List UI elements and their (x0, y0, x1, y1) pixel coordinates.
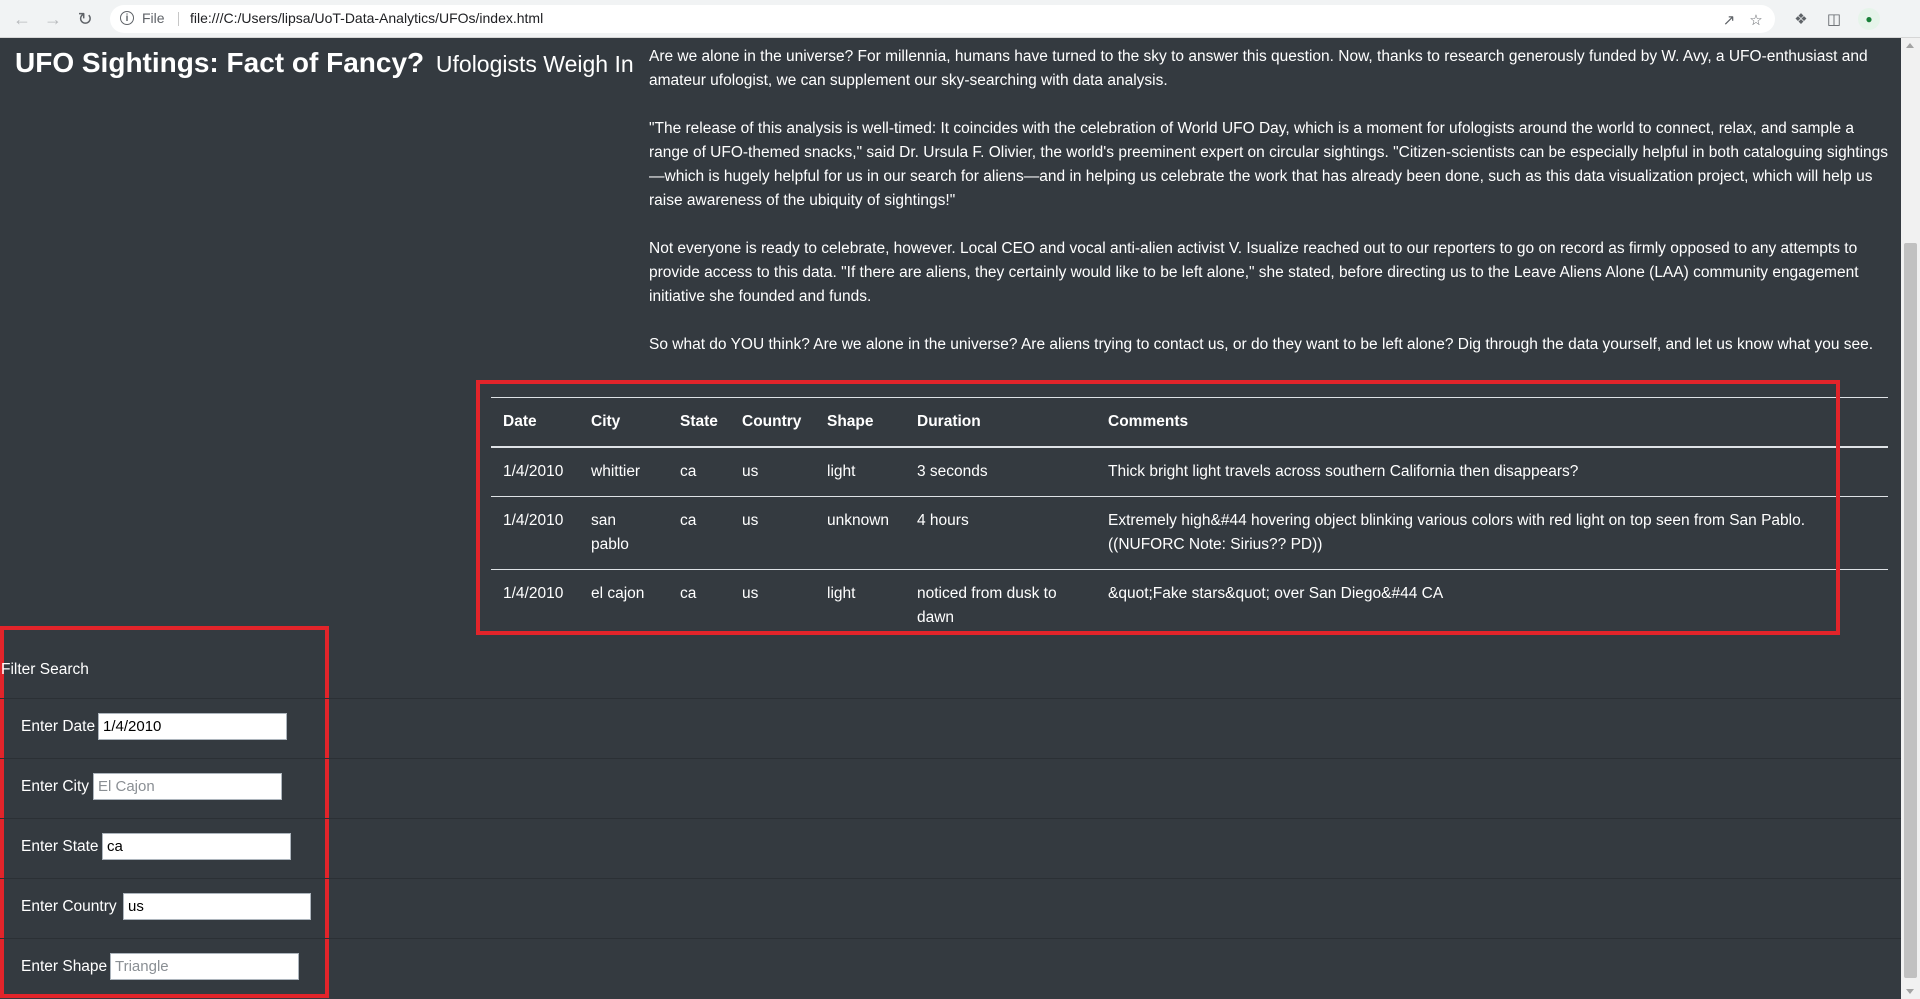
share-icon[interactable]: ↗ (1720, 11, 1738, 29)
scroll-down-icon[interactable] (1906, 989, 1914, 994)
scroll-thumb[interactable] (1904, 243, 1917, 978)
header-state: State (668, 397, 730, 448)
arrow-right-icon: → (44, 8, 62, 29)
filter-row-city: Enter City (0, 758, 1901, 819)
cell-duration: noticed from dusk to dawn (917, 585, 1057, 626)
title-text: UFO Sightings: Fact of Fancy? (15, 47, 425, 78)
date-input[interactable] (98, 713, 287, 740)
info-icon[interactable]: i (120, 11, 134, 25)
article-paragraph: So what do YOU think? Are we alone in th… (649, 336, 1874, 353)
city-input[interactable] (93, 773, 282, 800)
country-label: Enter Country (21, 898, 117, 915)
table-row: 1/4/2010 whittier ca us light 3 seconds … (491, 447, 1888, 497)
arrow-left-icon: ← (13, 8, 31, 29)
url-text[interactable]: file:///C:/Users/lipsa/UoT-Data-Analytic… (190, 10, 543, 26)
cell-date: 1/4/2010 (503, 585, 564, 602)
cell-date: 1/4/2010 (491, 496, 579, 570)
ufo-table-container: Date City State Country Shape Duration C… (479, 384, 1890, 640)
cell-shape: light (815, 447, 905, 497)
filter-title: Filter Search (1, 661, 89, 678)
table-row: 1/4/2010 el cajon ca us light noticed fr… (491, 570, 1888, 643)
cell-shape: light (827, 585, 856, 602)
cell-state: ca (680, 585, 697, 602)
star-icon[interactable]: ☆ (1747, 11, 1765, 29)
page-scrollbar[interactable] (1901, 38, 1920, 999)
omnibox-divider (178, 12, 179, 26)
scroll-up-icon[interactable] (1906, 43, 1914, 48)
cell-country: us (730, 447, 815, 497)
cell-shape: unknown (815, 496, 905, 570)
cell-city: el cajon (591, 585, 645, 602)
state-label: Enter State (21, 838, 99, 855)
header-shape: Shape (815, 397, 905, 448)
reload-icon: ↻ (77, 8, 93, 29)
cell-comments: Extremely high&#44 hovering object blink… (1096, 496, 1888, 570)
header-date: Date (491, 397, 579, 448)
ufo-table: Date City State Country Shape Duration C… (491, 397, 1888, 642)
state-input[interactable] (102, 833, 291, 860)
cell-country: us (730, 496, 815, 570)
cell-duration: 4 hours (905, 496, 1096, 570)
header-city: City (579, 397, 668, 448)
article-paragraph: Not everyone is ready to celebrate, howe… (649, 240, 1859, 305)
header-country: Country (730, 397, 815, 448)
filter-row-shape: Enter Shape (0, 938, 1901, 999)
header-duration: Duration (905, 397, 1096, 448)
table-row: 1/4/2010 san pablo ca us unknown 4 hours… (491, 496, 1888, 570)
article-paragraph: "The release of this analysis is well-ti… (649, 120, 1889, 209)
forward-button[interactable]: → (40, 6, 66, 32)
date-label: Enter Date (21, 718, 96, 735)
city-label: Enter City (21, 778, 90, 795)
cell-state: ca (668, 447, 730, 497)
filter-row-date: Enter Date (0, 698, 1901, 759)
header-comments: Comments (1096, 397, 1888, 448)
filter-row-country: Enter Country (0, 878, 1901, 939)
cell-state: ca (668, 496, 730, 570)
address-bar[interactable]: i File file:///C:/Users/lipsa/UoT-Data-A… (110, 5, 1775, 33)
back-button[interactable]: ← (9, 6, 35, 32)
table-header-row: Date City State Country Shape Duration C… (491, 397, 1888, 448)
reload-button[interactable]: ↻ (72, 6, 98, 32)
filter-row-state: Enter State (0, 818, 1901, 879)
side-panel-icon[interactable]: ◫ (1823, 8, 1845, 30)
profile-icon[interactable]: ● (1858, 8, 1880, 30)
shape-label: Enter Shape (21, 958, 108, 975)
cell-date: 1/4/2010 (491, 447, 579, 497)
browser-toolbar: ← → ↻ i File file:///C:/Users/lipsa/UoT-… (0, 0, 1920, 38)
puzzle-icon[interactable]: ❖ (1790, 8, 1812, 30)
cell-city: san pablo (579, 496, 668, 570)
cell-comments: &quot;Fake stars&quot; over San Diego&#4… (1108, 585, 1444, 602)
article-paragraph: Are we alone in the universe? For millen… (649, 48, 1868, 89)
scheme-label: File (142, 10, 165, 26)
cell-duration: 3 seconds (905, 447, 1096, 497)
page-subtitle: Ufologists Weigh In (435, 51, 634, 77)
article: Are we alone in the universe? For millen… (649, 45, 1889, 381)
cell-country: us (742, 585, 759, 602)
country-input[interactable] (123, 893, 311, 920)
page-title: UFO Sightings: Fact of Fancy? Ufologists… (15, 47, 634, 79)
cell-city: whittier (579, 447, 668, 497)
cell-comments: Thick bright light travels across southe… (1096, 447, 1888, 497)
shape-input[interactable] (110, 953, 299, 980)
